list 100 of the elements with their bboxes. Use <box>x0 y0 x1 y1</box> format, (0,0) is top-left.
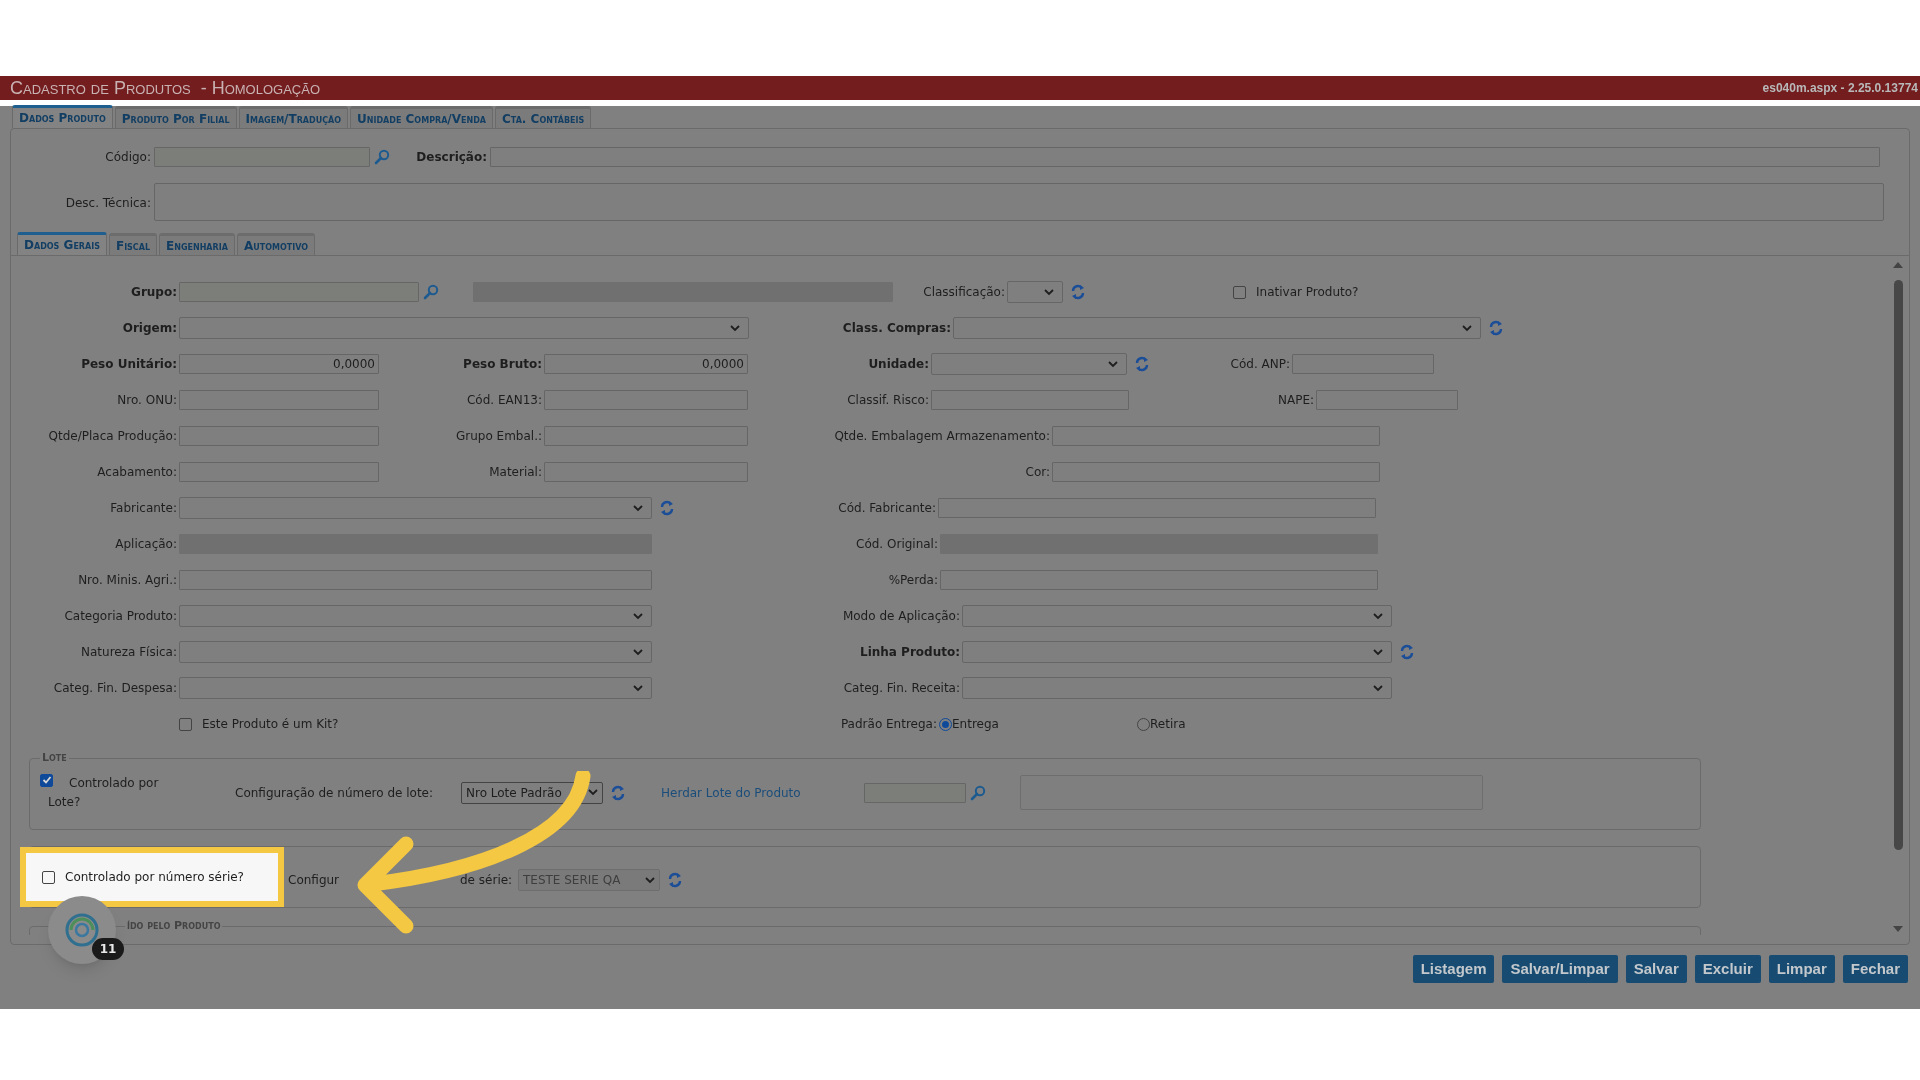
radio-label: Retira <box>1150 716 1186 733</box>
action-button[interactable]: Limpar <box>1768 955 1835 983</box>
tab[interactable]: Engenharia <box>159 233 235 255</box>
field-label: Grupo: <box>130 284 178 301</box>
link[interactable]: Herdar Lote do Produto <box>661 783 831 802</box>
search-icon[interactable] <box>423 284 439 300</box>
action-button[interactable]: Salvar/Limpar <box>1502 955 1618 983</box>
field-label: Cód. EAN13: <box>465 392 543 409</box>
input-field[interactable] <box>1052 426 1380 446</box>
chevron-icon <box>1373 612 1383 620</box>
tab[interactable]: Imagem/Tradução <box>238 106 349 128</box>
field-label: Peso Bruto: <box>462 356 543 373</box>
checkbox[interactable] <box>40 773 53 787</box>
field-label: Padrão Entrega: <box>839 716 938 733</box>
field-label: Desc. Técnica: <box>64 195 152 212</box>
scrollbar[interactable] <box>1891 262 1905 932</box>
tab[interactable]: Fiscal <box>108 233 158 255</box>
dropdown[interactable] <box>179 605 652 627</box>
dropdown[interactable] <box>931 353 1127 375</box>
action-button[interactable]: Fechar <box>1842 955 1908 983</box>
chevron-icon <box>1044 288 1054 296</box>
chevron-icon <box>633 612 643 620</box>
input-field[interactable] <box>544 390 748 410</box>
chevron-icon <box>645 876 655 884</box>
field-label: Peso Unitário: <box>80 356 178 373</box>
refresh-icon[interactable] <box>1400 644 1414 660</box>
input-field[interactable] <box>179 462 379 482</box>
input-field[interactable] <box>179 282 419 302</box>
dropdown[interactable] <box>179 497 652 519</box>
input-field[interactable] <box>940 570 1378 590</box>
input-field[interactable]: 0,0000 <box>179 354 379 374</box>
input-field[interactable] <box>1316 390 1458 410</box>
field-label: Class. Compras: <box>841 320 952 337</box>
checkbox-label: Controlado por Lote? <box>48 774 160 811</box>
field-label: Nro. ONU: <box>116 392 178 409</box>
checkbox-label: Inativar Produto? <box>1256 284 1359 301</box>
radio-label: Entrega <box>952 716 999 733</box>
tab[interactable]: Produto Por Filial <box>114 106 237 128</box>
chevron-icon <box>1108 360 1118 368</box>
scroll-thumb[interactable] <box>1893 280 1903 850</box>
tab[interactable]: Cta. Contábeis <box>495 106 592 128</box>
window-title: Cadastro de Produtos <box>10 76 191 100</box>
dropdown[interactable] <box>179 677 652 699</box>
checkbox[interactable] <box>179 717 192 731</box>
field-label: Categ. Fin. Receita: <box>842 680 961 697</box>
field-label: Cor: <box>1024 464 1051 481</box>
action-button[interactable]: Excluir <box>1694 955 1761 983</box>
field-label: Qtde/Placa Produção: <box>47 428 178 445</box>
refresh-icon[interactable] <box>1071 284 1085 300</box>
input-field[interactable]: 0,0000 <box>544 354 748 374</box>
input-field[interactable] <box>544 426 748 446</box>
input-field[interactable] <box>931 390 1129 410</box>
dropdown[interactable]: TESTE SERIE QA <box>518 869 660 891</box>
dropdown[interactable] <box>953 317 1481 339</box>
dropdown[interactable] <box>179 641 652 663</box>
input-field[interactable] <box>544 462 748 482</box>
checkbox-label: Controlado por número série? <box>65 869 244 886</box>
dropdown[interactable] <box>962 641 1392 663</box>
field-label: Cód. Original: <box>855 536 939 553</box>
input-field[interactable] <box>938 498 1376 518</box>
tab[interactable]: Dados Gerais <box>17 232 107 255</box>
field-label: Classificação: <box>922 284 1006 301</box>
scroll-up-icon[interactable] <box>1893 262 1903 268</box>
input-field[interactable] <box>864 782 966 803</box>
input-field[interactable] <box>179 390 379 410</box>
action-button[interactable]: Listagem <box>1412 955 1495 983</box>
search-icon[interactable] <box>970 784 986 801</box>
tab[interactable]: Dados Produto <box>12 105 113 128</box>
checkbox[interactable] <box>1233 285 1246 299</box>
refresh-icon[interactable] <box>1135 356 1149 372</box>
dropdown[interactable] <box>179 317 749 339</box>
chevron-icon <box>633 504 643 512</box>
input-field[interactable] <box>490 147 1880 167</box>
field-label: Linha Produto: <box>859 644 961 661</box>
checkbox[interactable] <box>42 870 55 884</box>
field-label: Fabricante: <box>109 500 178 517</box>
refresh-icon[interactable] <box>668 872 682 888</box>
field-label: Configur <box>288 872 341 889</box>
dropdown[interactable] <box>962 677 1392 699</box>
dropdown[interactable] <box>962 605 1392 627</box>
scroll-down-icon[interactable] <box>1893 926 1903 932</box>
input-field[interactable] <box>154 147 370 167</box>
refresh-icon[interactable] <box>1489 320 1503 336</box>
refresh-icon[interactable] <box>660 500 674 516</box>
input-field[interactable] <box>1292 354 1434 374</box>
field-label: Código: <box>104 149 152 166</box>
text-area[interactable] <box>154 183 1884 221</box>
tab[interactable]: Automotivo <box>236 233 315 255</box>
dropdown[interactable] <box>1007 281 1063 303</box>
field-label: Nro. Minis. Agri.: <box>77 572 178 589</box>
input-field[interactable] <box>179 570 652 590</box>
field-label: Origem: <box>121 320 178 337</box>
input-field[interactable] <box>1052 462 1380 482</box>
input-field[interactable] <box>179 426 379 446</box>
tab[interactable]: Unidade Compra/Venda <box>350 106 493 128</box>
search-icon[interactable] <box>374 149 390 165</box>
action-button[interactable]: Salvar <box>1625 955 1687 983</box>
field-label: Cód. Fabricante: <box>837 500 937 517</box>
refresh-icon[interactable] <box>611 784 625 801</box>
chevron-icon <box>588 789 598 796</box>
